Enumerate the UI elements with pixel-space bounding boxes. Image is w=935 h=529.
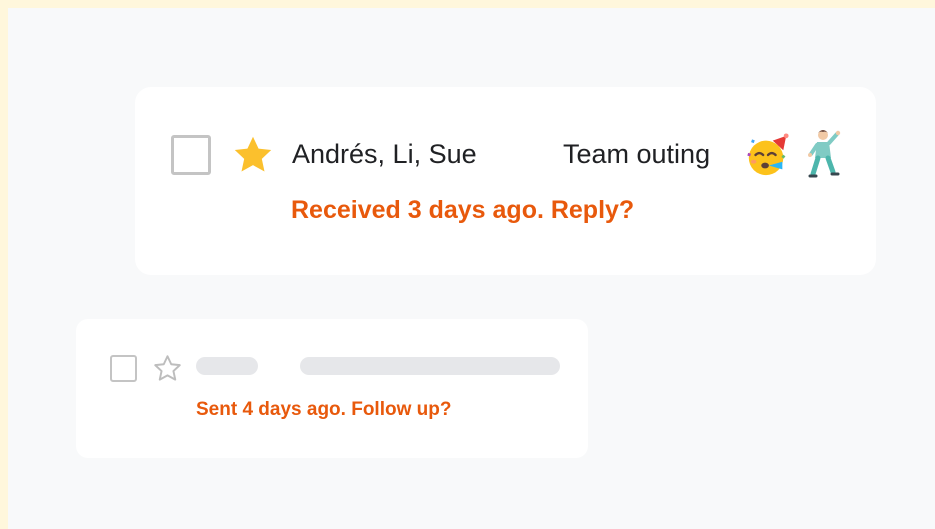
- follow-up-nudge[interactable]: Sent 4 days ago. Follow up?: [196, 397, 451, 423]
- select-checkbox[interactable]: [110, 355, 137, 382]
- partying-face-icon: [747, 133, 789, 176]
- email-subject: Team outing: [563, 139, 711, 169]
- man-dancing-icon: [808, 130, 841, 178]
- canvas: Andrés, Li, Sue Team outing Received 3 d…: [8, 8, 935, 529]
- reply-nudge[interactable]: Received 3 days ago. Reply?: [291, 193, 634, 227]
- email-row-received[interactable]: Andrés, Li, Sue Team outing Received 3 d…: [135, 87, 876, 275]
- select-checkbox[interactable]: [171, 135, 211, 175]
- star-outline-icon[interactable]: [152, 353, 183, 384]
- star-filled-icon[interactable]: [230, 132, 276, 178]
- subject-placeholder: [300, 357, 560, 375]
- sender-placeholder: [196, 357, 258, 375]
- sender-name: Andrés, Li, Sue: [292, 139, 477, 169]
- email-row-sent[interactable]: Sent 4 days ago. Follow up?: [76, 319, 588, 458]
